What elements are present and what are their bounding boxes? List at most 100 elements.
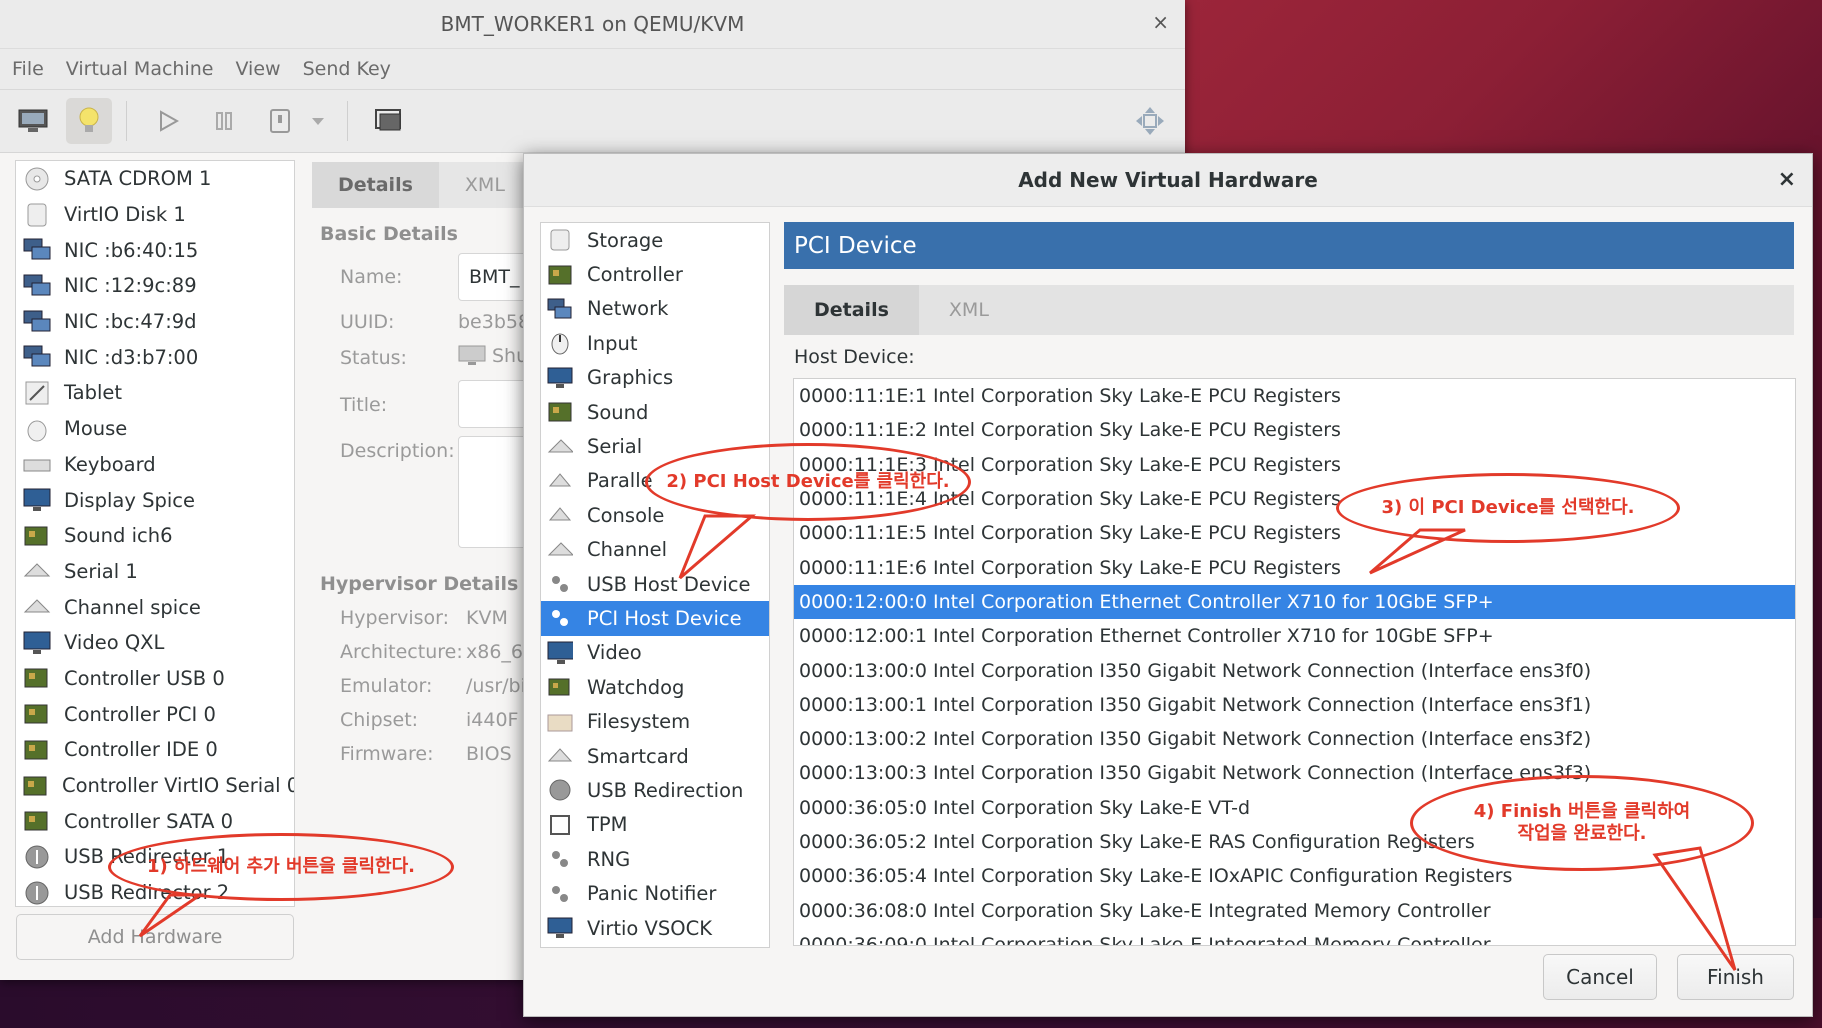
finish-button[interactable]: Finish bbox=[1677, 954, 1794, 1000]
category-label: Console bbox=[587, 503, 665, 527]
filesystem-icon bbox=[547, 709, 573, 735]
menu-view[interactable]: View bbox=[235, 58, 280, 80]
category-item[interactable]: Watchdog bbox=[541, 670, 769, 704]
category-label: Serial bbox=[587, 435, 643, 459]
usb-icon bbox=[22, 843, 52, 871]
hardware-item[interactable]: Video QXL bbox=[16, 625, 294, 661]
hardware-item[interactable]: Controller PCI 0 bbox=[16, 696, 294, 732]
dialog-close-icon[interactable]: × bbox=[1778, 167, 1796, 192]
category-item[interactable]: Controller bbox=[541, 257, 769, 291]
hardware-item[interactable]: Serial 1 bbox=[16, 554, 294, 590]
run-icon[interactable] bbox=[145, 98, 191, 144]
category-label: Video bbox=[587, 641, 642, 665]
menu-file[interactable]: File bbox=[12, 58, 44, 80]
details-view-icon[interactable] bbox=[66, 98, 112, 144]
category-item[interactable]: Channel bbox=[541, 533, 769, 567]
hardware-item[interactable]: SATA CDROM 1 bbox=[16, 161, 294, 197]
shutdown-icon[interactable] bbox=[257, 98, 303, 144]
nic-icon bbox=[22, 236, 52, 264]
emulator-label: Emulator: bbox=[340, 675, 433, 697]
nic-icon bbox=[22, 272, 52, 300]
host-device-row[interactable]: 0000:13:00:1 Intel Corporation I350 Giga… bbox=[794, 688, 1795, 722]
hardware-item[interactable]: Display Spice bbox=[16, 482, 294, 518]
hardware-item[interactable]: Keyboard bbox=[16, 447, 294, 483]
dialog-tab-details[interactable]: Details bbox=[784, 285, 919, 335]
host-device-row[interactable]: 0000:11:1E:1 Intel Corporation Sky Lake-… bbox=[794, 379, 1795, 413]
category-item[interactable]: Virtio VSOCK bbox=[541, 911, 769, 945]
network-icon bbox=[547, 296, 573, 322]
hardware-item-label: VirtIO Disk 1 bbox=[64, 203, 186, 227]
hardware-item-label: NIC :d3:b7:00 bbox=[64, 345, 199, 369]
category-item[interactable]: USB Redirection bbox=[541, 773, 769, 807]
shutoff-monitor-icon bbox=[458, 345, 486, 365]
pci-host-icon bbox=[547, 605, 573, 631]
category-label: Channel bbox=[587, 538, 668, 562]
category-label: Sound bbox=[587, 400, 649, 424]
tab-details[interactable]: Details bbox=[312, 162, 439, 208]
category-item[interactable]: Smartcard bbox=[541, 739, 769, 773]
hardware-item[interactable]: Channel spice bbox=[16, 589, 294, 625]
category-label: Watchdog bbox=[587, 675, 685, 699]
hypervisor-value: KVM bbox=[466, 607, 508, 629]
category-item[interactable]: Network bbox=[541, 292, 769, 326]
disk-icon bbox=[22, 201, 52, 229]
fullscreen-icon[interactable] bbox=[366, 98, 412, 144]
firmware-value: BIOS bbox=[466, 743, 512, 765]
uuid-value: be3b58 bbox=[458, 311, 531, 333]
host-device-row[interactable]: 0000:11:1E:2 Intel Corporation Sky Lake-… bbox=[794, 413, 1795, 447]
tab-xml[interactable]: XML bbox=[439, 162, 531, 208]
host-device-row[interactable]: 0000:12:00:1 Intel Corporation Ethernet … bbox=[794, 619, 1795, 653]
hardware-item[interactable]: Controller USB 0 bbox=[16, 661, 294, 697]
hardware-item[interactable]: Tablet bbox=[16, 375, 294, 411]
host-device-row[interactable]: 0000:11:1E:6 Intel Corporation Sky Lake-… bbox=[794, 550, 1795, 584]
hardware-item[interactable]: NIC :12:9c:89 bbox=[16, 268, 294, 304]
category-item[interactable]: Video bbox=[541, 636, 769, 670]
hardware-item[interactable]: Sound ich6 bbox=[16, 518, 294, 554]
resize-icon[interactable] bbox=[1127, 98, 1173, 144]
tablet-icon bbox=[22, 379, 52, 407]
shutdown-menu-chevron-icon[interactable] bbox=[303, 98, 333, 144]
category-item[interactable]: TPM bbox=[541, 808, 769, 842]
host-device-row[interactable]: 0000:36:09:0 Intel Corporation Sky Lake-… bbox=[794, 928, 1795, 945]
add-hardware-button[interactable]: Add Hardware bbox=[16, 914, 294, 960]
category-item[interactable]: Storage bbox=[541, 223, 769, 257]
dialog-title: Add New Virtual Hardware bbox=[1018, 168, 1318, 192]
category-label: USB Host Device bbox=[587, 572, 751, 596]
category-item[interactable]: Filesystem bbox=[541, 704, 769, 738]
host-device-row[interactable]: 0000:13:00:0 Intel Corporation I350 Giga… bbox=[794, 653, 1795, 687]
hardware-item[interactable]: NIC :d3:b7:00 bbox=[16, 339, 294, 375]
hardware-item[interactable]: NIC :b6:40:15 bbox=[16, 232, 294, 268]
hardware-item[interactable]: Controller IDE 0 bbox=[16, 732, 294, 768]
pause-icon[interactable] bbox=[201, 98, 247, 144]
menu-virtual-machine[interactable]: Virtual Machine bbox=[66, 58, 214, 80]
keyboard-icon bbox=[22, 450, 52, 478]
dialog-tab-xml[interactable]: XML bbox=[919, 285, 1019, 335]
parallel-icon bbox=[547, 468, 573, 494]
category-item[interactable]: Input bbox=[541, 326, 769, 360]
hardware-item[interactable]: VirtIO Disk 1 bbox=[16, 197, 294, 233]
main-titlebar: BMT_WORKER1 on QEMU/KVM × bbox=[0, 0, 1185, 49]
menu-send-key[interactable]: Send Key bbox=[303, 58, 391, 80]
category-item[interactable]: PCI Host Device bbox=[541, 601, 769, 636]
mouse-icon bbox=[22, 415, 52, 443]
status-label: Status: bbox=[340, 347, 407, 369]
chipset-label: Chipset: bbox=[340, 709, 419, 731]
hardware-item[interactable]: NIC :bc:47:9d bbox=[16, 304, 294, 340]
hardware-item[interactable]: Controller VirtIO Serial 0 bbox=[16, 768, 294, 804]
usb-redirection-icon bbox=[547, 777, 573, 803]
host-device-row[interactable]: 0000:12:00:0 Intel Corporation Ethernet … bbox=[794, 584, 1795, 620]
cancel-button[interactable]: Cancel bbox=[1543, 954, 1657, 1000]
category-item[interactable]: USB Host Device bbox=[541, 567, 769, 601]
category-item[interactable]: Panic Notifier bbox=[541, 876, 769, 910]
host-device-row[interactable]: 0000:36:08:0 Intel Corporation Sky Lake-… bbox=[794, 893, 1795, 927]
main-close-icon[interactable]: × bbox=[1152, 10, 1169, 34]
storage-icon bbox=[547, 227, 573, 253]
category-item[interactable]: Sound bbox=[541, 395, 769, 429]
input-icon bbox=[547, 330, 573, 356]
console-view-icon[interactable] bbox=[10, 98, 56, 144]
category-item[interactable]: Graphics bbox=[541, 361, 769, 395]
host-device-row[interactable]: 0000:13:00:2 Intel Corporation I350 Giga… bbox=[794, 722, 1795, 756]
category-item[interactable]: RNG bbox=[541, 842, 769, 876]
rng-icon bbox=[547, 846, 573, 872]
hardware-item[interactable]: Mouse bbox=[16, 411, 294, 447]
